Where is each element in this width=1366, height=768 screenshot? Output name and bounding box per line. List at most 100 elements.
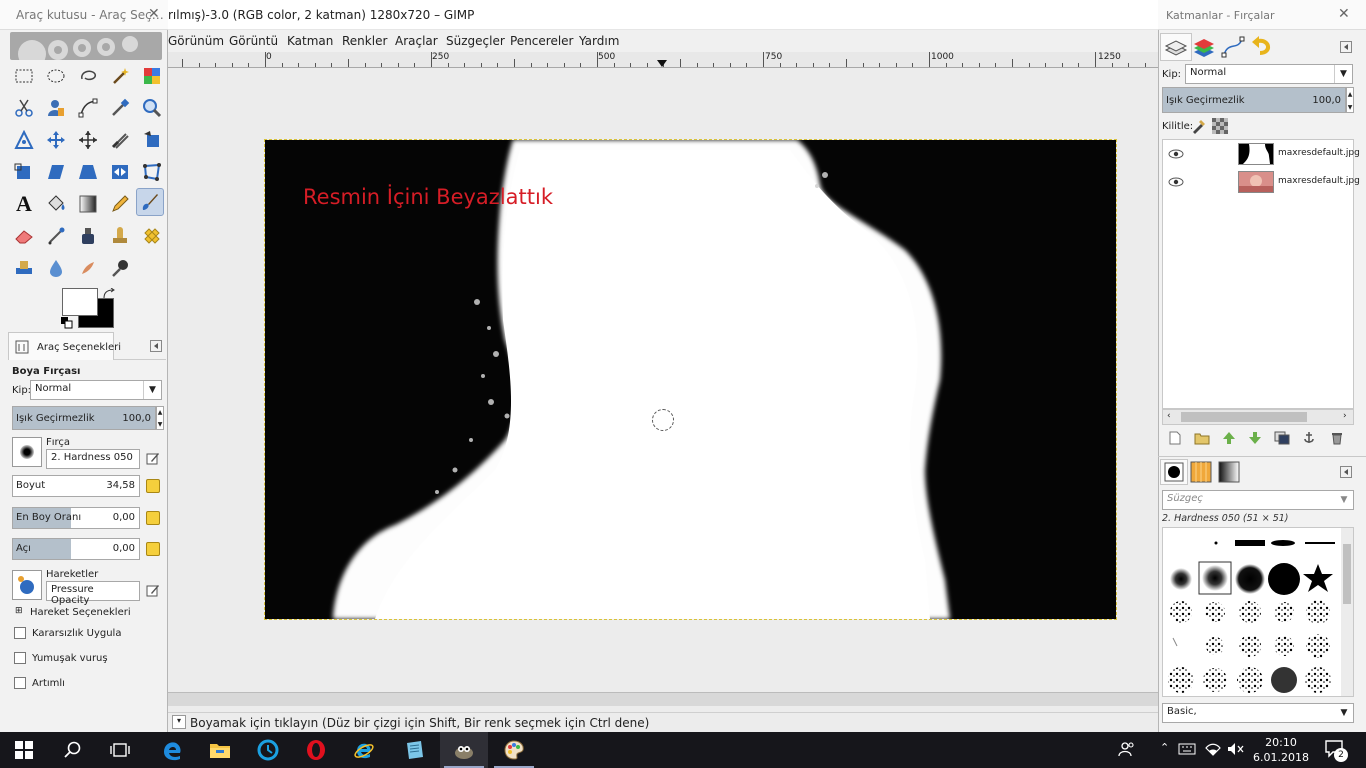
layers-hscroll[interactable]: ‹ ›: [1162, 409, 1354, 425]
layer-row[interactable]: maxresdefault.jpg: [1162, 142, 1360, 168]
visibility-eye-icon[interactable]: [1168, 148, 1184, 160]
tab-layers[interactable]: [1160, 33, 1192, 61]
rect-select-icon[interactable]: [10, 62, 38, 90]
menu-tools[interactable]: Araçlar: [395, 34, 438, 48]
new-layer-icon[interactable]: [1168, 431, 1182, 445]
taskbar-notepad[interactable]: [390, 732, 438, 768]
layer-row[interactable]: maxresdefault.jpg: [1162, 170, 1360, 196]
text-tool-icon[interactable]: A: [10, 190, 38, 218]
expand-icon[interactable]: ⊞: [15, 606, 23, 616]
eraser-icon[interactable]: [10, 222, 38, 250]
lock-alpha-icon[interactable]: [1212, 118, 1228, 134]
taskbar-gimp[interactable]: [440, 732, 488, 768]
size-slider[interactable]: Boyut 34,58: [12, 475, 140, 497]
clone-icon[interactable]: [106, 222, 134, 250]
configure-tab-icon[interactable]: [150, 340, 162, 352]
undo-history-icon[interactable]: [1250, 35, 1278, 59]
opacity-spin-buttons[interactable]: ▲ ▼: [156, 406, 164, 430]
flip-icon[interactable]: [106, 158, 134, 186]
layer-name[interactable]: maxresdefault.jpg: [1278, 148, 1360, 158]
tab-brushes[interactable]: [1160, 459, 1188, 485]
dynamics-preview[interactable]: [12, 570, 42, 600]
menu-windows[interactable]: Pencereler: [510, 34, 573, 48]
close-icon[interactable]: ✕: [1338, 6, 1350, 22]
gradients-icon[interactable]: [1218, 461, 1242, 483]
blend-icon[interactable]: [74, 190, 102, 218]
reset-aspect-icon[interactable]: [146, 511, 160, 525]
patterns-icon[interactable]: [1190, 461, 1214, 483]
duplicate-layer-icon[interactable]: [1274, 431, 1290, 445]
scroll-thumb[interactable]: [1343, 544, 1351, 604]
free-select-icon[interactable]: [74, 62, 102, 90]
new-layer-group-icon[interactable]: [1194, 431, 1210, 445]
menu-help[interactable]: Yardım: [579, 34, 619, 48]
color-select-icon[interactable]: [138, 62, 166, 90]
lower-layer-icon[interactable]: [1248, 431, 1262, 445]
taskbar-opera[interactable]: [292, 732, 340, 768]
edit-brush-icon[interactable]: [146, 451, 160, 465]
keyboard-icon[interactable]: [1178, 742, 1196, 756]
perspective-icon[interactable]: [10, 158, 38, 186]
menu-filters[interactable]: Süzgeçler: [446, 34, 505, 48]
lock-pixels-icon[interactable]: [1190, 118, 1206, 134]
mode-select[interactable]: Normal ▼: [30, 380, 162, 400]
paths-dock-icon[interactable]: [1220, 35, 1248, 59]
align-icon[interactable]: [74, 126, 102, 154]
menu-layer[interactable]: Katman: [287, 34, 333, 48]
dodge-burn-icon[interactable]: [106, 254, 134, 282]
layer-opacity-slider[interactable]: Işık Geçirmezlik 100,0: [1162, 87, 1346, 113]
foreground-select-icon[interactable]: [42, 94, 70, 122]
chevron-up-icon[interactable]: ⌃: [1160, 741, 1169, 754]
move-icon[interactable]: [42, 126, 70, 154]
action-center-button[interactable]: 2: [1324, 738, 1348, 762]
color-picker-icon[interactable]: [106, 94, 134, 122]
layer-opacity-spin[interactable]: ▲ ▼: [1346, 87, 1354, 113]
transform-icon[interactable]: [138, 126, 166, 154]
reset-angle-icon[interactable]: [146, 542, 160, 556]
menu-image[interactable]: Görüntü: [229, 34, 278, 48]
scissors-icon[interactable]: [10, 94, 38, 122]
start-button[interactable]: [0, 732, 48, 768]
anchor-layer-icon[interactable]: [1302, 431, 1316, 445]
airbrush-icon[interactable]: [42, 222, 70, 250]
crop-icon[interactable]: [106, 126, 134, 154]
swap-colors-icon[interactable]: [102, 288, 116, 300]
close-icon[interactable]: ✕: [148, 6, 160, 22]
taskbar-edge[interactable]: [148, 732, 196, 768]
ellipse-select-icon[interactable]: [42, 62, 70, 90]
brush-name-field[interactable]: 2. Hardness 050: [46, 449, 140, 469]
reset-colors-icon[interactable]: [60, 316, 74, 330]
bucket-fill-icon[interactable]: [42, 190, 70, 218]
people-icon[interactable]: [1118, 740, 1136, 758]
configure-tab-icon[interactable]: [1340, 466, 1352, 478]
dynamics-field[interactable]: Pressure Opacity: [46, 581, 140, 606]
configure-tab-icon[interactable]: [1340, 41, 1352, 53]
taskbar-paint[interactable]: [490, 732, 538, 768]
layer-mode-select[interactable]: Normal ▼: [1185, 64, 1353, 84]
foreground-color-swatch[interactable]: [62, 288, 98, 316]
foreground-background-colors[interactable]: [60, 288, 120, 332]
angle-slider[interactable]: Açı 0,00: [12, 538, 140, 560]
scroll-thumb[interactable]: [1181, 412, 1307, 422]
reset-size-icon[interactable]: [146, 479, 160, 493]
jitter-checkbox[interactable]: [14, 627, 26, 639]
delete-layer-icon[interactable]: [1330, 431, 1344, 445]
visibility-eye-icon[interactable]: [1168, 176, 1184, 188]
brush-preview[interactable]: [12, 437, 42, 467]
cage-transform-icon[interactable]: [138, 158, 166, 186]
taskbar-file-explorer[interactable]: [196, 732, 244, 768]
scroll-left-icon[interactable]: ‹: [1167, 411, 1171, 421]
tab-tool-options[interactable]: Araç Seçenekleri: [8, 332, 121, 360]
smooth-stroke-checkbox[interactable]: [14, 652, 26, 664]
ink-icon[interactable]: [74, 222, 102, 250]
search-button[interactable]: [48, 732, 96, 768]
taskbar-opera-gx[interactable]: [244, 732, 292, 768]
wifi-icon[interactable]: [1204, 741, 1222, 757]
measure-icon[interactable]: [10, 126, 38, 154]
shear-icon[interactable]: [42, 158, 70, 186]
menu-view[interactable]: Görünüm: [168, 34, 224, 48]
unit-dropdown[interactable]: ▾: [172, 715, 186, 729]
aspect-ratio-slider[interactable]: En Boy Oranı 0,00: [12, 507, 140, 529]
layer-name[interactable]: maxresdefault.jpg: [1278, 176, 1360, 186]
scroll-right-icon[interactable]: ›: [1343, 411, 1347, 421]
